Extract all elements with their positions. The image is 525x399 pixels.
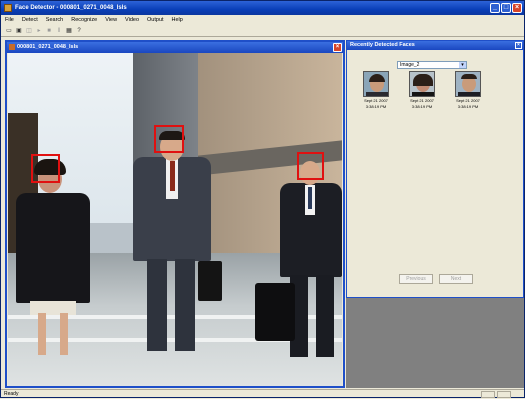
previous-button[interactable]: Previous: [399, 274, 433, 284]
person-leg: [38, 313, 46, 355]
person-tie: [308, 187, 312, 209]
grid-icon[interactable]: ▦: [65, 27, 73, 35]
recent-faces-panel: Recently Detected Faces × Image_2 ▾ Sept…: [346, 40, 524, 298]
thumb-body: [366, 92, 388, 96]
photo-briefcase: [198, 261, 222, 301]
title-bar[interactable]: Face Detector - 000801_0271_0048_lsls _ …: [1, 1, 524, 15]
person-skirt: [30, 301, 76, 315]
face-time: 3:38:19 PM: [365, 104, 387, 109]
close-button[interactable]: ×: [512, 3, 522, 13]
menu-output[interactable]: Output: [147, 15, 164, 25]
menu-video[interactable]: Video: [125, 15, 139, 25]
face-thumbnail[interactable]: Sept 21 2007 3:38:19 PM: [409, 71, 435, 109]
menu-detect[interactable]: Detect: [22, 15, 38, 25]
thumb-body: [412, 92, 434, 96]
person-woman: [16, 159, 90, 363]
thumb-hair: [413, 74, 433, 86]
document-icon: [9, 44, 15, 50]
menu-file[interactable]: File: [5, 15, 14, 25]
status-pane: [481, 391, 495, 398]
open-icon[interactable]: ▭: [5, 27, 13, 35]
status-pane: [497, 391, 511, 398]
face-date: Sept 21 2007: [364, 98, 388, 103]
status-bar: Ready: [1, 389, 524, 398]
app-icon: [4, 4, 12, 12]
disk-icon[interactable]: ◫: [25, 27, 33, 35]
window-title: Face Detector - 000801_0271_0048_lsls: [15, 5, 127, 11]
person-coat: [16, 193, 90, 303]
status-text: Ready: [4, 391, 19, 397]
document-title-bar[interactable]: 000801_0271_0048_lsls ×: [7, 42, 343, 53]
menu-view[interactable]: View: [105, 15, 117, 25]
face-thumbnail-image: [455, 71, 481, 97]
help-icon[interactable]: ?: [75, 27, 83, 35]
person-leg: [316, 275, 334, 357]
chevron-down-icon[interactable]: ▾: [459, 62, 466, 68]
empty-workspace: [346, 298, 524, 388]
app-window: Face Detector - 000801_0271_0048_lsls _ …: [0, 0, 525, 398]
face-thumbnail-image: [409, 71, 435, 97]
face-detection-box[interactable]: [154, 125, 184, 153]
thumb-body: [458, 92, 480, 96]
document-close-button[interactable]: ×: [333, 43, 342, 52]
maximize-button[interactable]: □: [501, 3, 511, 13]
face-thumbnail-image: [363, 71, 389, 97]
person-leg: [175, 259, 195, 351]
document-title: 000801_0271_0048_lsls: [17, 44, 79, 50]
person-man-center: [133, 129, 213, 359]
play-icon[interactable]: ▸: [35, 27, 43, 35]
panel-title-bar: Recently Detected Faces ×: [347, 41, 523, 50]
photo-canvas[interactable]: [8, 53, 342, 386]
thumb-hair: [369, 74, 385, 82]
photo-suitcase: [255, 283, 295, 341]
face-time: 3:38:19 PM: [411, 104, 433, 109]
panel-close-button[interactable]: ×: [515, 42, 522, 49]
face-date: Sept 21 2007: [456, 98, 480, 103]
menu-help[interactable]: Help: [172, 15, 183, 25]
panel-title: Recently Detected Faces: [350, 42, 415, 48]
menu-recognize[interactable]: Recognize: [71, 15, 97, 25]
save-icon[interactable]: ▣: [15, 27, 23, 35]
toolbar: ▭ ▣ ◫ ▸ ■ ‖ ▦ ?: [1, 25, 524, 37]
person-leg: [60, 313, 68, 355]
image-document-window: 000801_0271_0048_lsls ×: [5, 40, 345, 388]
face-detection-box[interactable]: [297, 152, 324, 180]
person-tie: [170, 161, 175, 191]
person-leg: [147, 259, 167, 351]
minimize-button[interactable]: _: [490, 3, 500, 13]
menu-search[interactable]: Search: [46, 15, 63, 25]
face-thumbnail-list: Sept 21 2007 3:38:19 PM Sept 21 2007 3:3…: [363, 71, 513, 109]
image-select-dropdown[interactable]: Image_2 ▾: [397, 61, 467, 69]
face-detection-box[interactable]: [31, 154, 60, 183]
face-time: 3:38:19 PM: [457, 104, 479, 109]
next-button[interactable]: Next: [439, 274, 473, 284]
pause-icon[interactable]: ‖: [55, 27, 63, 35]
menu-bar: File Detect Search Recognize View Video …: [1, 15, 524, 25]
face-thumbnail[interactable]: Sept 21 2007 3:38:19 PM: [455, 71, 481, 109]
face-date: Sept 21 2007: [410, 98, 434, 103]
face-thumbnail[interactable]: Sept 21 2007 3:38:19 PM: [363, 71, 389, 109]
thumb-hair: [461, 74, 477, 79]
stop-icon[interactable]: ■: [45, 27, 53, 35]
dropdown-value: Image_2: [400, 62, 420, 68]
